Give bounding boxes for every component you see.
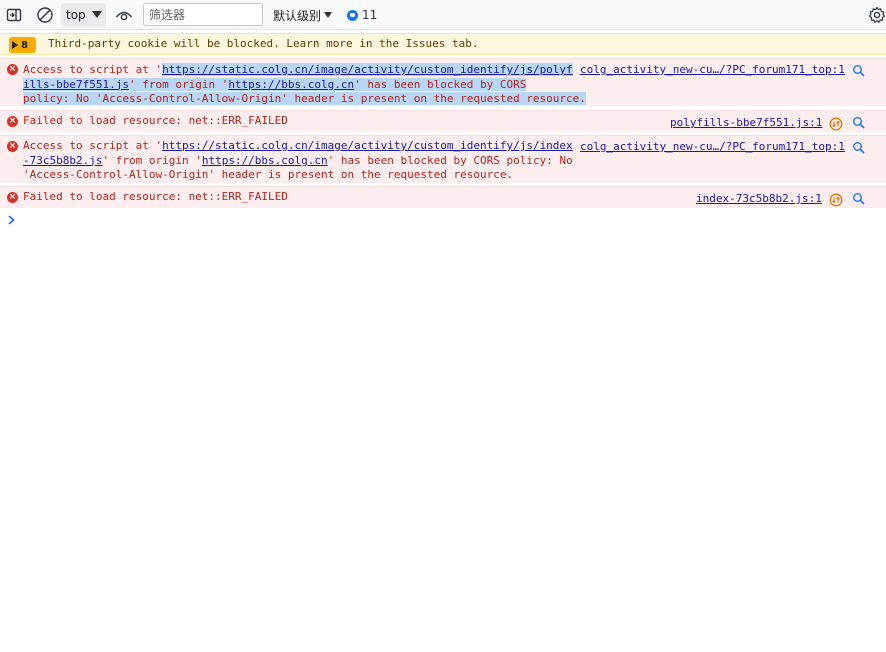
console-error-message: × Access to script at 'https://static.co… [0,58,886,106]
context-selector[interactable]: top [61,3,106,27]
network-icon[interactable] [829,117,843,131]
search-icon[interactable] [852,116,865,129]
message-text: Access to script at ' [23,63,163,76]
filter-input[interactable] [143,3,263,26]
source-link[interactable]: colg_activity_new-cu…/?PC_forum171_top:1 [580,140,845,155]
source-link[interactable]: polyfills-bbe7f551.js:1 [670,116,822,131]
script-url-link[interactable]: https://static.colg.cn/image/activity/cu… [162,139,573,152]
log-levels-dropdown[interactable]: 默认级别 [273,6,333,24]
script-url-link-cont[interactable]: -73c5b8b2.js [23,154,102,167]
context-selector-label: top [66,8,86,22]
live-expression-eye-icon[interactable] [114,6,134,24]
issues-icon [347,9,358,21]
error-icon: × [7,141,18,152]
error-icon: × [7,64,18,75]
error-icon: × [7,116,18,127]
error-message-text[interactable]: Access to script at 'https://static.colg… [23,63,586,107]
network-icon[interactable] [829,193,843,207]
message-text: ' has been blocked by CORS [354,77,527,91]
clear-console-icon[interactable] [35,5,55,25]
message-text: ' from origin ' [102,153,202,167]
search-icon[interactable] [852,192,865,205]
issues-badge-count: 8 [21,39,28,51]
log-levels-label: 默认级别 [273,8,322,23]
settings-gear-icon[interactable] [867,5,886,25]
console-toolbar: top 默认级别 11 [0,0,886,30]
issues-counter-button[interactable]: 11 [347,6,377,24]
origin-link[interactable]: https://bbs.colg.cn [202,154,328,167]
dock-side-icon[interactable] [5,6,23,24]
chevron-down-icon [92,11,102,18]
issues-badge[interactable]: 8 [9,37,36,53]
console-error-message: × Failed to load resource: net::ERR_FAIL… [0,186,886,208]
prompt-chevron-icon[interactable] [7,214,16,230]
message-text: ' from origin ' [128,77,229,91]
script-url-link[interactable]: https://static.colg.cn/image/activity/cu… [162,63,573,76]
search-icon[interactable] [852,141,865,154]
message-text: 'Access-Control-Allow-Origin' header is … [23,168,514,181]
third-party-cookie-banner: 8 Third-party cookie will be blocked. Le… [0,33,886,55]
issues-count: 11 [362,8,378,22]
banner-text: Third-party cookie will be blocked. Lear… [48,37,479,50]
error-message-text[interactable]: Failed to load resource: net::ERR_FAILED [23,190,288,205]
origin-link[interactable]: https://bbs.colg.cn [228,78,354,91]
error-message-text[interactable]: Failed to load resource: net::ERR_FAILED [23,114,288,129]
error-icon: × [7,192,18,203]
console-error-message: × Access to script at 'https://static.co… [0,135,886,183]
issues-play-icon [12,41,18,49]
source-link[interactable]: colg_activity_new-cu…/?PC_forum171_top:1 [580,63,845,78]
message-text: Access to script at ' [23,139,163,152]
console-error-message: × Failed to load resource: net::ERR_FAIL… [0,110,886,132]
chevron-down-icon [324,12,333,18]
message-text: ' has been blocked by CORS policy: No [327,153,573,167]
source-link[interactable]: index-73c5b8b2.js:1 [696,192,822,207]
script-url-link-cont[interactable]: ills-bbe7f551.js [23,78,129,91]
error-message-text[interactable]: Access to script at 'https://static.colg… [23,139,573,183]
search-icon[interactable] [852,64,865,77]
message-text: policy: No 'Access-Control-Allow-Origin'… [23,92,586,105]
